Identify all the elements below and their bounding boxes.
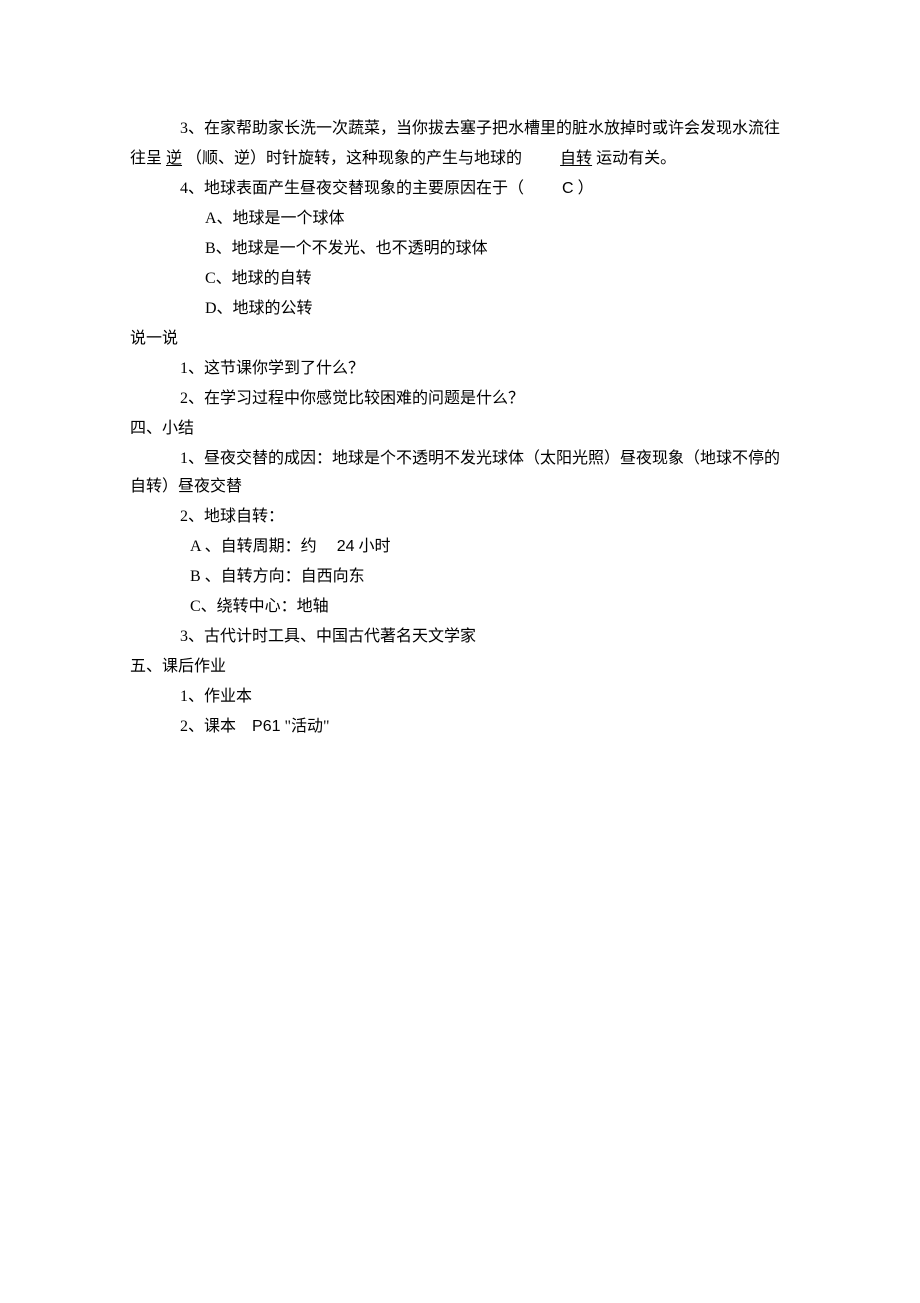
sec4-sub-b: B 、自转方向：自西向东 xyxy=(130,563,790,591)
sec5-item-1: 1、作业本 xyxy=(130,683,790,711)
sec5-item-2-page: P61 xyxy=(252,718,280,735)
q3-line2: 往呈 逆 （顺、逆）时针旋转，这种现象的产生与地球的 自转 运动有关。 xyxy=(130,145,790,173)
sec4-sub-a-text-2: 小时 xyxy=(358,538,390,555)
section-4-heading: 四、小结 xyxy=(130,415,790,443)
talk-item-2: 2、在学习过程中你感觉比较困难的问题是什么？ xyxy=(130,385,790,413)
q3-text-2a: 往呈 xyxy=(130,150,162,167)
talk-heading: 说一说 xyxy=(130,325,790,353)
sec5-item-2-a: 2、课本 xyxy=(180,718,236,735)
q4-stem-b: ） xyxy=(578,180,594,197)
sec4-item-1-line2: 自转）昼夜交替 xyxy=(130,473,790,501)
q4-option-d: D、地球的公转 xyxy=(130,295,790,323)
sec4-item-1-line1: 1、昼夜交替的成因：地球是个不透明不发光球体（太阳光照）昼夜现象（地球不停的 xyxy=(130,445,790,473)
q3-answer-1: 逆 xyxy=(166,150,182,167)
sec4-item-2: 2、地球自转： xyxy=(130,503,790,531)
sec4-sub-a: A 、自转周期：约 24 小时 xyxy=(130,533,790,561)
q3-line1: 3、在家帮助家长洗一次蔬菜，当你拔去塞子把水槽里的脏水放掉时或许会发现水流往 xyxy=(130,115,790,143)
q3-text-2c: 运动有关。 xyxy=(596,150,676,167)
sec4-item-3: 3、古代计时工具、中国古代著名天文学家 xyxy=(130,623,790,651)
sec4-sub-a-text-1: A 、自转周期：约 xyxy=(190,538,317,555)
q4-option-b: B、地球是一个不发光、也不透明的球体 xyxy=(130,235,790,263)
sec4-sub-c: C、绕转中心：地轴 xyxy=(130,593,790,621)
section-5-heading: 五、课后作业 xyxy=(130,653,790,681)
q4-stem: 4、地球表面产生昼夜交替现象的主要原因在于（ C ） xyxy=(130,175,790,203)
q3-text-1: 3、在家帮助家长洗一次蔬菜，当你拔去塞子把水槽里的脏水放掉时或许会发现水流往 xyxy=(180,120,780,137)
q4-stem-a: 4、地球表面产生昼夜交替现象的主要原因在于（ xyxy=(180,180,524,197)
q4-option-a: A、地球是一个球体 xyxy=(130,205,790,233)
sec4-item-1: 1、昼夜交替的成因：地球是个不透明不发光球体（太阳光照）昼夜现象（地球不停的自转… xyxy=(130,445,790,501)
talk-item-1: 1、这节课你学到了什么？ xyxy=(130,355,790,383)
q3-answer-2: 自转 xyxy=(560,150,592,167)
sec5-item-2-b: "活动" xyxy=(284,718,329,735)
q4-option-c: C、地球的自转 xyxy=(130,265,790,293)
q3-text-2b: （顺、逆）时针旋转，这种现象的产生与地球的 xyxy=(186,150,522,167)
sec5-item-2: 2、课本 P61 "活动" xyxy=(130,713,790,741)
q4-answer: C xyxy=(562,180,574,197)
sec4-sub-a-num: 24 xyxy=(337,538,355,555)
